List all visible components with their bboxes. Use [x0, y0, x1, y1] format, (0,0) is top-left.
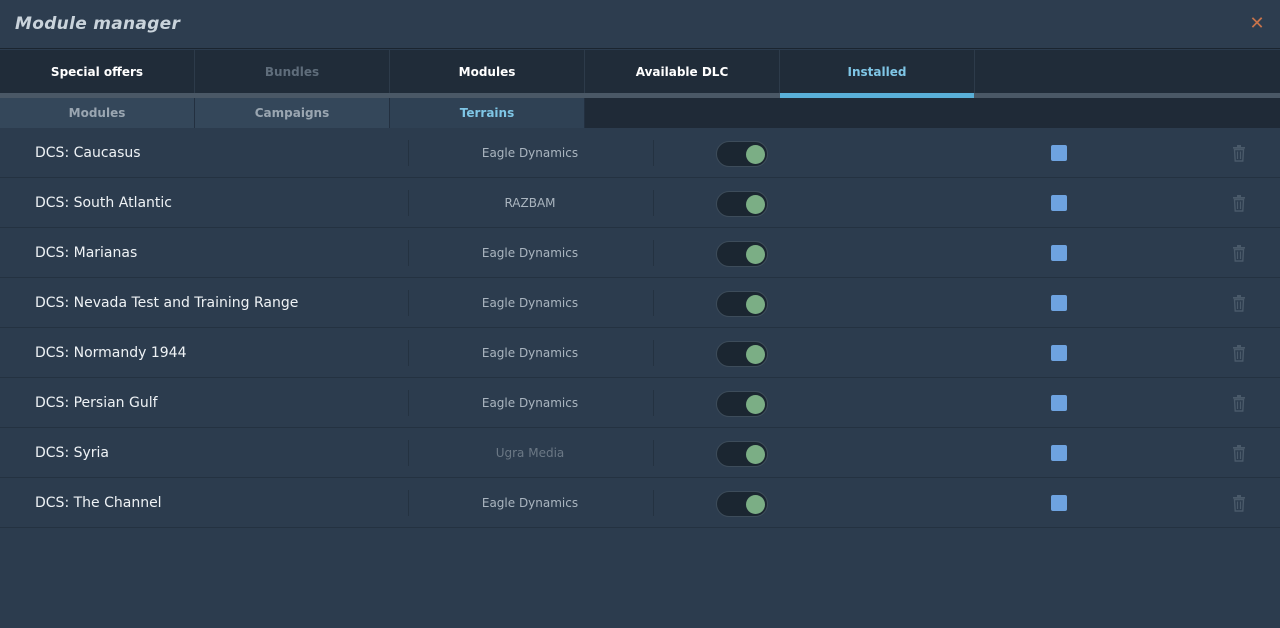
terrain-developer: Eagle Dynamics: [481, 146, 579, 160]
delete-trash-icon[interactable]: [1230, 294, 1248, 312]
enable-toggle[interactable]: [716, 141, 768, 167]
terrain-name: DCS: South Atlantic: [35, 195, 172, 211]
select-checkbox[interactable]: [1051, 145, 1067, 161]
window-title: Module manager: [15, 14, 181, 34]
column-divider: [653, 190, 654, 216]
column-divider: [653, 440, 654, 466]
table-row: DCS: Persian Gulf Eagle Dynamics: [0, 378, 1280, 428]
table-row: DCS: Normandy 1944 Eagle Dynamics: [0, 328, 1280, 378]
terrain-developer: Eagle Dynamics: [481, 296, 579, 310]
title-bar: Module manager ✕: [0, 0, 1280, 49]
select-checkbox[interactable]: [1051, 295, 1067, 311]
subtab-terrains[interactable]: Terrains: [390, 98, 585, 128]
table-row: DCS: Syria Ugra Media: [0, 428, 1280, 478]
tab-modules[interactable]: Modules: [390, 50, 585, 93]
terrain-name: DCS: Persian Gulf: [35, 395, 158, 411]
terrain-name: DCS: Syria: [35, 445, 110, 461]
column-divider: [408, 140, 409, 166]
column-divider: [653, 290, 654, 316]
terrain-developer: Eagle Dynamics: [481, 346, 579, 360]
toggle-knob: [746, 195, 765, 214]
enable-toggle[interactable]: [716, 491, 768, 517]
column-divider: [653, 490, 654, 516]
subtab-campaigns[interactable]: Campaigns: [195, 98, 390, 128]
toggle-knob: [746, 345, 765, 364]
enable-toggle[interactable]: [716, 341, 768, 367]
toggle-knob: [746, 245, 765, 264]
terrain-name: DCS: Marianas: [35, 245, 138, 261]
select-checkbox[interactable]: [1051, 395, 1067, 411]
column-divider: [408, 440, 409, 466]
enable-toggle[interactable]: [716, 291, 768, 317]
column-divider: [408, 340, 409, 366]
table-row: DCS: The Channel Eagle Dynamics: [0, 478, 1280, 528]
table-row: DCS: South Atlantic RAZBAM: [0, 178, 1280, 228]
table-row: DCS: Nevada Test and Training Range Eagle…: [0, 278, 1280, 328]
terrain-name: DCS: Caucasus: [35, 145, 141, 161]
tab-bundles[interactable]: Bundles: [195, 50, 390, 93]
delete-trash-icon[interactable]: [1230, 344, 1248, 362]
column-divider: [653, 390, 654, 416]
close-icon[interactable]: ✕: [1247, 14, 1267, 34]
toggle-knob: [746, 445, 765, 464]
terrain-name: DCS: Nevada Test and Training Range: [35, 295, 299, 311]
enable-toggle[interactable]: [716, 191, 768, 217]
terrain-developer: Eagle Dynamics: [481, 496, 579, 510]
delete-trash-icon[interactable]: [1230, 494, 1248, 512]
delete-trash-icon[interactable]: [1230, 144, 1248, 162]
terrain-developer: Ugra Media: [495, 446, 565, 460]
column-divider: [408, 190, 409, 216]
delete-trash-icon[interactable]: [1230, 394, 1248, 412]
main-tab-bar: Special offers Bundles Modules Available…: [0, 50, 1280, 98]
toggle-knob: [746, 295, 765, 314]
column-divider: [653, 140, 654, 166]
enable-toggle[interactable]: [716, 241, 768, 267]
tab-available-dlc[interactable]: Available DLC: [585, 50, 780, 93]
column-divider: [408, 390, 409, 416]
column-divider: [408, 290, 409, 316]
select-checkbox[interactable]: [1051, 345, 1067, 361]
select-checkbox[interactable]: [1051, 195, 1067, 211]
delete-trash-icon[interactable]: [1230, 244, 1248, 262]
tab-special-offers[interactable]: Special offers: [0, 50, 195, 93]
tab-installed[interactable]: Installed: [780, 50, 975, 93]
table-row: DCS: Caucasus Eagle Dynamics: [0, 128, 1280, 178]
delete-trash-icon[interactable]: [1230, 194, 1248, 212]
terrain-list: DCS: Caucasus Eagle Dynamics DCS: South At…: [0, 128, 1280, 528]
toggle-knob: [746, 495, 765, 514]
enable-toggle[interactable]: [716, 441, 768, 467]
enable-toggle[interactable]: [716, 391, 768, 417]
terrain-name: DCS: Normandy 1944: [35, 345, 187, 361]
select-checkbox[interactable]: [1051, 495, 1067, 511]
subtab-modules[interactable]: Modules: [0, 98, 195, 128]
terrain-developer: Eagle Dynamics: [481, 396, 579, 410]
column-divider: [653, 240, 654, 266]
terrain-developer: Eagle Dynamics: [481, 246, 579, 260]
terrain-developer: RAZBAM: [504, 196, 556, 210]
terrain-name: DCS: The Channel: [35, 495, 162, 511]
toggle-knob: [746, 145, 765, 164]
select-checkbox[interactable]: [1051, 245, 1067, 261]
column-divider: [653, 340, 654, 366]
column-divider: [408, 490, 409, 516]
select-checkbox[interactable]: [1051, 445, 1067, 461]
sub-tab-bar: Modules Campaigns Terrains: [0, 98, 1280, 128]
table-row: DCS: Marianas Eagle Dynamics: [0, 228, 1280, 278]
toggle-knob: [746, 395, 765, 414]
column-divider: [408, 240, 409, 266]
delete-trash-icon[interactable]: [1230, 444, 1248, 462]
